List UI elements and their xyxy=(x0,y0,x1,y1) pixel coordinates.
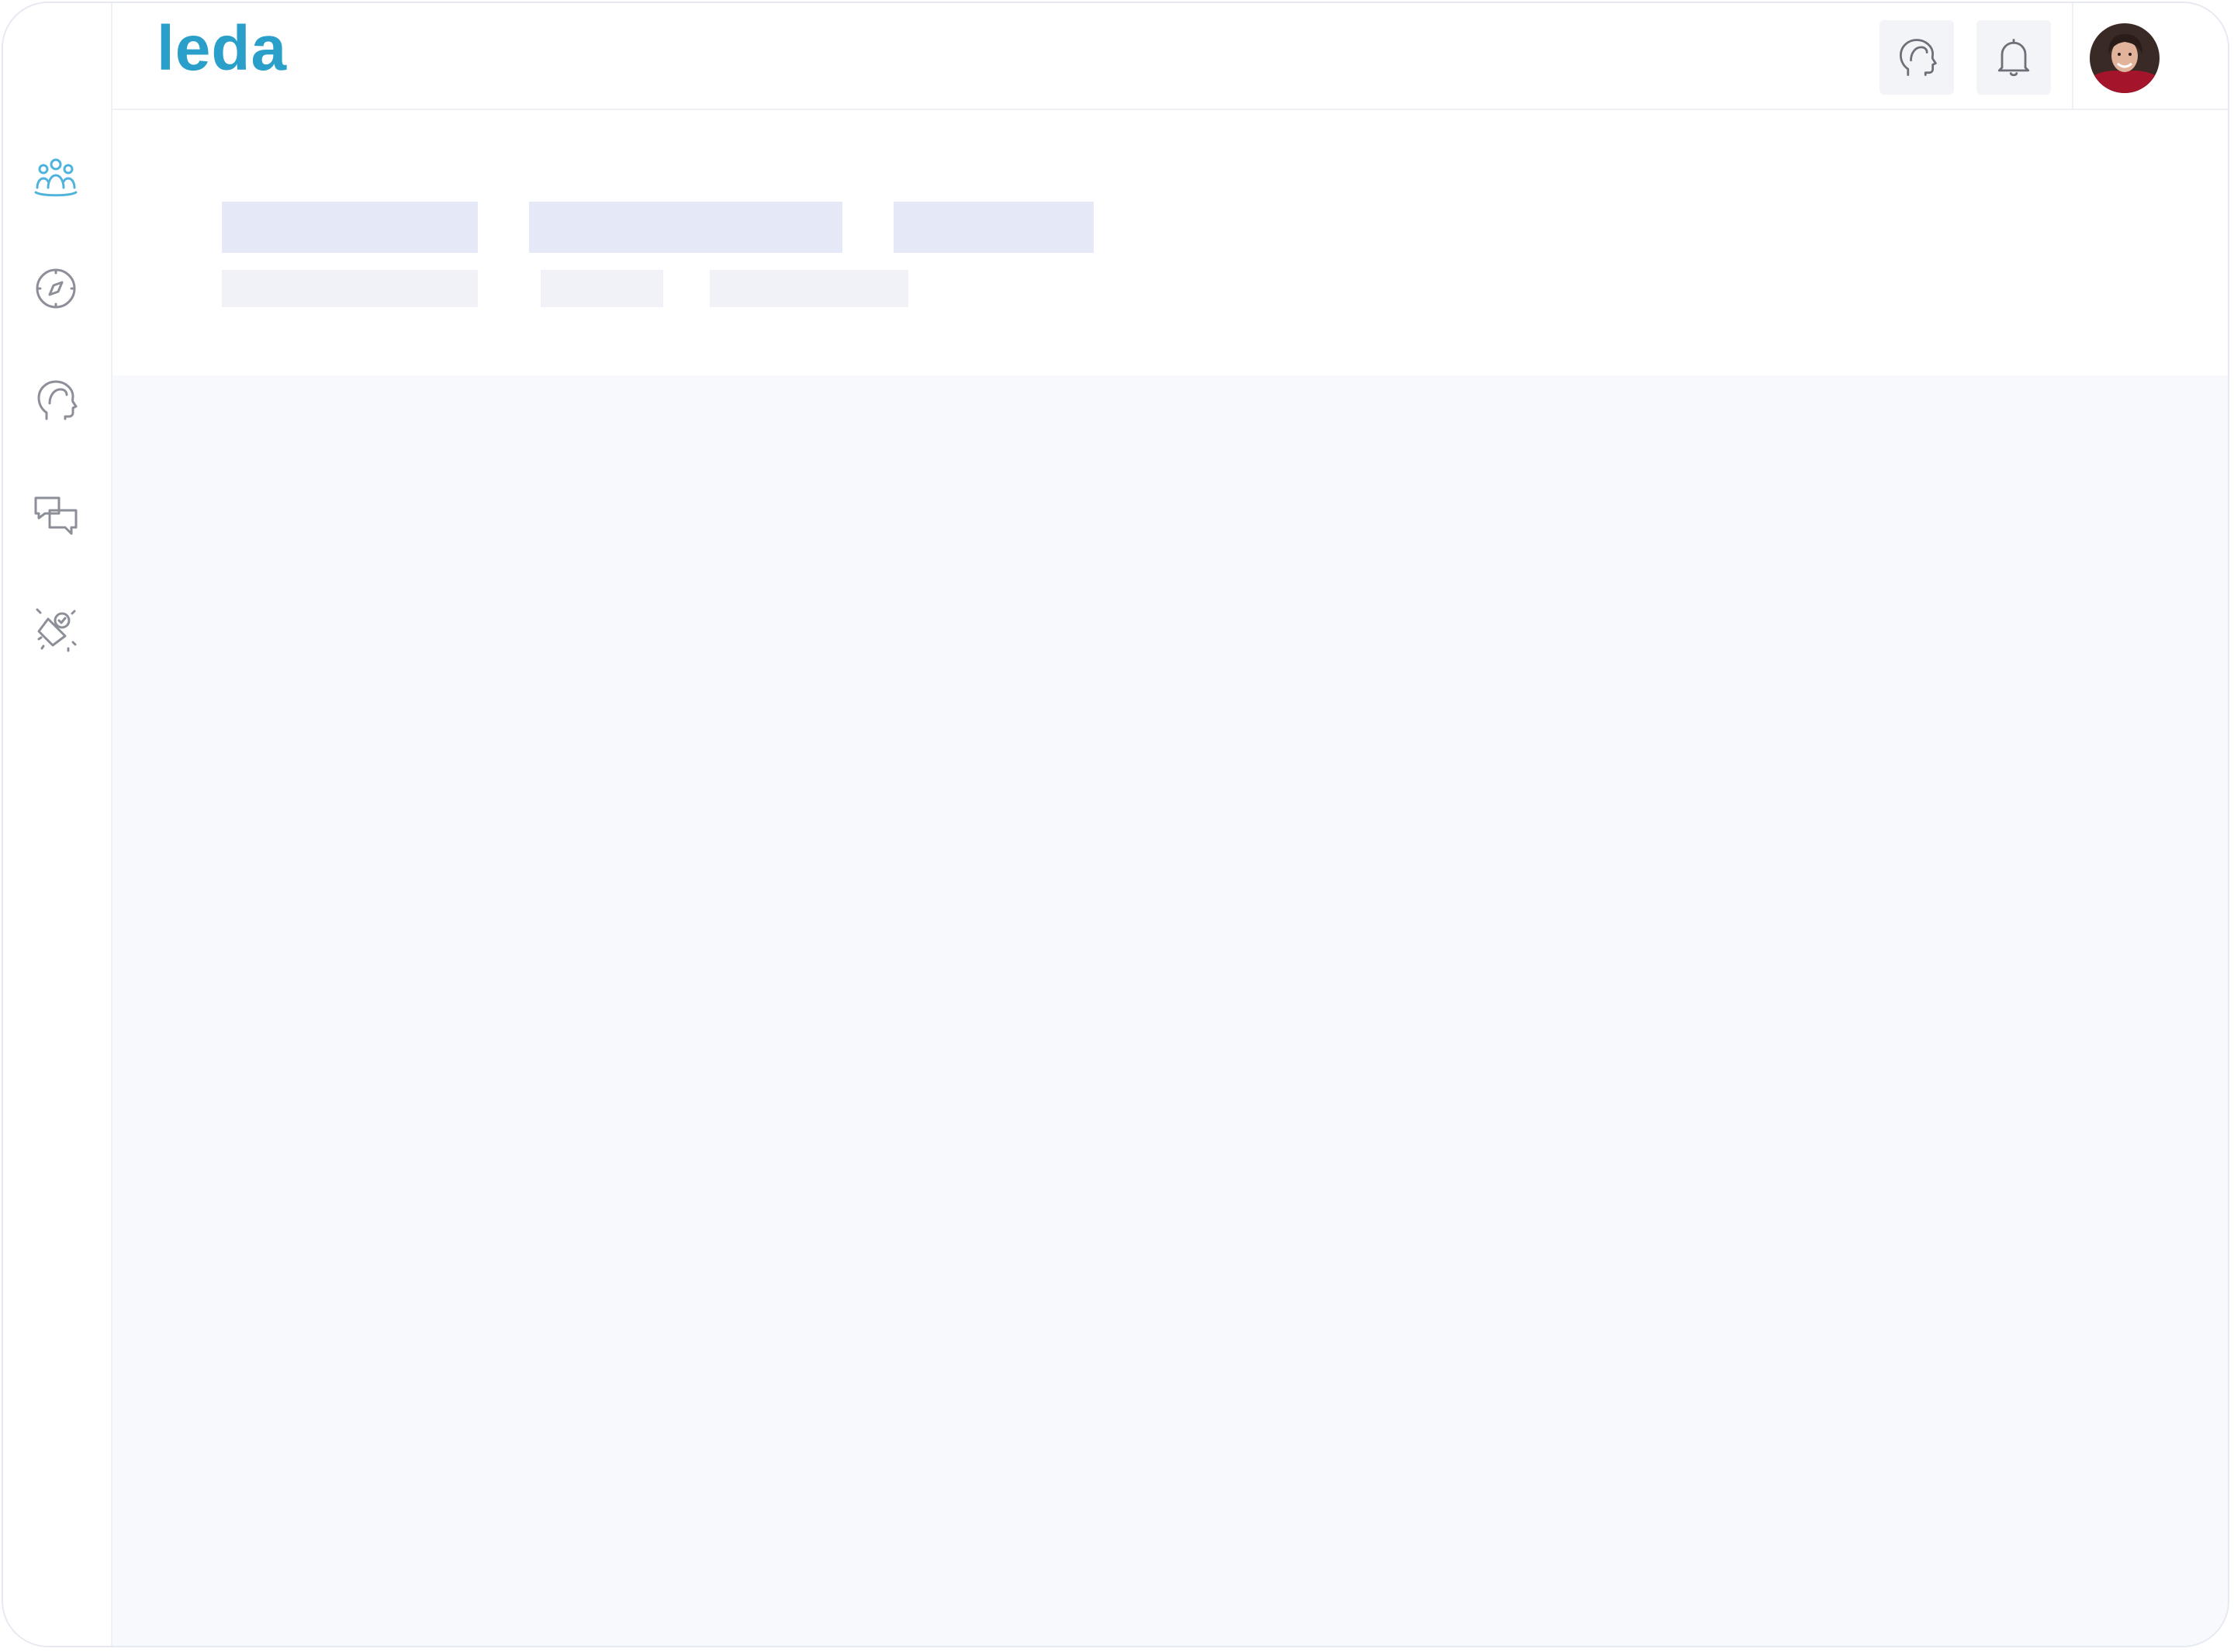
avatar-image xyxy=(2090,23,2160,93)
app-logo[interactable]: leda xyxy=(157,17,287,81)
sidebar-item-explore[interactable] xyxy=(29,262,82,315)
header-divider xyxy=(2072,3,2073,109)
chat-bubbles-icon xyxy=(34,496,78,535)
compass-icon xyxy=(36,268,76,309)
sidebar-item-team[interactable] xyxy=(29,152,82,205)
sidebar-item-conversations[interactable] xyxy=(29,489,82,541)
tab-placeholder xyxy=(529,202,842,253)
subtitle-placeholder xyxy=(222,270,478,307)
sidebar xyxy=(3,3,112,1646)
top-bar: leda xyxy=(112,3,2228,110)
subtitle-placeholder xyxy=(710,270,908,307)
bell-icon xyxy=(1997,39,2030,77)
tab-placeholder xyxy=(894,202,1094,253)
tab-placeholder xyxy=(222,202,478,253)
sidebar-item-mind[interactable] xyxy=(29,374,82,427)
page-header-loading xyxy=(112,110,2228,375)
head-icon xyxy=(1899,39,1937,76)
notifications-button[interactable] xyxy=(1976,20,2051,95)
subtitle-placeholder xyxy=(541,270,663,307)
main-content xyxy=(112,375,2228,1646)
celebration-badge-icon xyxy=(36,608,77,652)
head-icon xyxy=(37,380,78,420)
app-window: leda xyxy=(2,2,2229,1647)
sidebar-item-celebrations[interactable] xyxy=(29,602,82,655)
user-avatar[interactable] xyxy=(2090,23,2160,93)
mind-button[interactable] xyxy=(1880,20,1954,95)
team-icon xyxy=(34,158,78,197)
